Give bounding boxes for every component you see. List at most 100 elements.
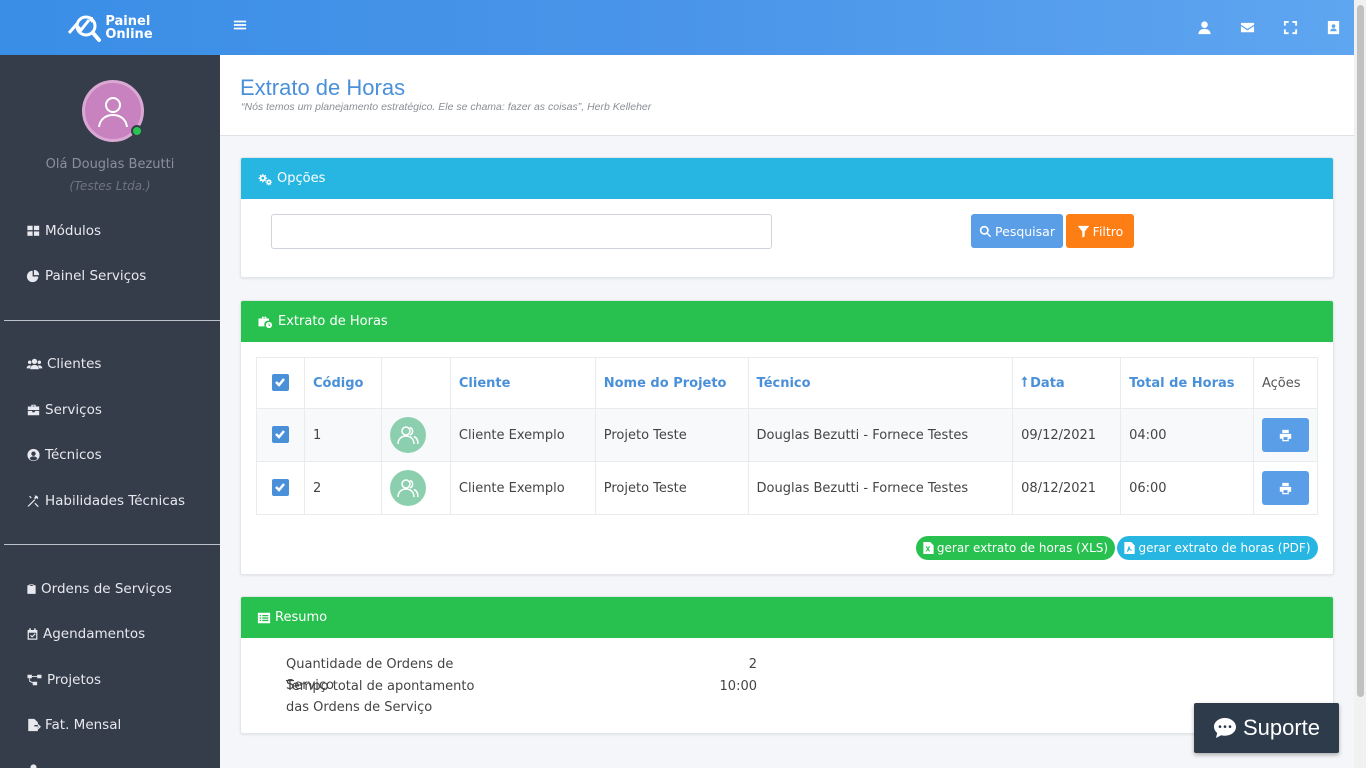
- cell-project: Projeto Teste: [594, 461, 749, 515]
- sidebar-item-label: Técnicos: [45, 447, 102, 463]
- filter-button[interactable]: Filtro: [1066, 214, 1134, 248]
- user-icon[interactable]: [1196, 19, 1213, 36]
- avatar[interactable]: [82, 80, 144, 142]
- cell-avatar: [380, 461, 451, 515]
- sidebar-item-label: Serviços: [45, 402, 102, 418]
- sidebar-item-modulos[interactable]: Módulos: [26, 220, 101, 242]
- page-title: Extrato de Horas: [240, 75, 406, 100]
- sidebar: Olá Douglas Bezutti (Testes Ltda.) Módul…: [0, 55, 220, 768]
- contact-book-icon[interactable]: [1325, 19, 1342, 36]
- sidebar-item-label: Habilidades Técnicas: [45, 493, 186, 509]
- sidebar-item-painel-servicos[interactable]: Painel Serviços: [26, 265, 146, 287]
- hamburger-menu-icon[interactable]: [233, 18, 249, 36]
- sidebar-item-clientes[interactable]: Clientes: [26, 353, 101, 375]
- cell-client: Cliente Exemplo: [449, 408, 596, 462]
- export-pdf-button[interactable]: gerar extrato de horas (PDF): [1117, 536, 1318, 560]
- scrollbar-thumb[interactable]: [1357, 5, 1364, 697]
- sidebar-item-fat-mensal[interactable]: Fat. Mensal: [26, 714, 121, 736]
- column-header-actions: Ações: [1253, 357, 1318, 409]
- online-status-dot: [131, 125, 143, 137]
- sidebar-item-label: Agendamentos: [43, 626, 146, 642]
- user-company: (Testes Ltda.): [69, 179, 151, 193]
- column-header-total[interactable]: Total de Horas: [1120, 357, 1254, 409]
- check-icon: [275, 378, 286, 388]
- column-header-code[interactable]: Código: [303, 357, 382, 409]
- summary-card-title: Resumo: [275, 610, 328, 625]
- table-row: 1 Cliente Exemplo Projeto Teste Douglas …: [256, 408, 1318, 462]
- summary-card-header: Resumo: [241, 597, 1333, 638]
- logo-line2: Online: [105, 26, 153, 42]
- print-button[interactable]: [1262, 471, 1309, 505]
- page-scrollbar[interactable]: [1354, 0, 1366, 768]
- chat-bubble-icon: [1213, 718, 1236, 738]
- sidebar-item-label: Painel Serviços: [45, 268, 147, 284]
- table-header-row: Código Cliente Nome do Projeto Técnico D…: [256, 357, 1318, 409]
- file-invoice-icon: [28, 718, 41, 732]
- logo-line1: Painel: [105, 13, 151, 29]
- sidebar-item-projetos[interactable]: Projetos: [26, 669, 101, 691]
- cell-technician: Douglas Bezutti - Fornece Testes: [747, 408, 1014, 462]
- export-pdf-label: gerar extrato de horas (PDF): [1138, 541, 1311, 555]
- cell-technician: Douglas Bezutti - Fornece Testes: [747, 461, 1014, 515]
- print-button[interactable]: [1262, 418, 1309, 452]
- cell-client: Cliente Exemplo: [449, 461, 596, 515]
- summary-value-total-time: 10:00: [719, 679, 757, 694]
- sidebar-item-label: Clientes: [47, 356, 102, 372]
- search-input[interactable]: [271, 214, 772, 249]
- summary-label-total-time: Tempo total de apontamento das Ordens de…: [286, 679, 475, 715]
- cogs-icon: [258, 173, 273, 185]
- print-icon: [1279, 429, 1292, 441]
- column-header-project[interactable]: Nome do Projeto: [594, 357, 749, 409]
- search-button-label: Pesquisar: [995, 223, 1055, 239]
- check-icon: [275, 430, 286, 440]
- briefcase-clock-icon: [258, 316, 273, 328]
- column-header-technician[interactable]: Técnico: [747, 357, 1014, 409]
- sidebar-item-habilidades-tecnicas[interactable]: Habilidades Técnicas: [26, 490, 185, 512]
- grid-icon: [27, 225, 40, 236]
- cell-total: 06:00: [1120, 461, 1254, 515]
- search-button[interactable]: Pesquisar: [971, 214, 1063, 248]
- filter-icon: [1077, 225, 1089, 238]
- file-pdf-icon: [1124, 542, 1136, 554]
- tools-icon: [27, 495, 39, 508]
- clipboard-icon: [27, 584, 36, 594]
- column-header-date-label: Data: [1030, 375, 1065, 391]
- users-icon: [26, 358, 43, 370]
- export-xls-label: gerar extrato de horas (XLS): [936, 541, 1109, 555]
- options-card-header: Opções: [241, 158, 1333, 199]
- row-checkbox[interactable]: [271, 425, 289, 443]
- export-xls-button[interactable]: gerar extrato de horas (XLS): [916, 536, 1115, 560]
- sidebar-item-partial[interactable]: [26, 759, 45, 768]
- user-icon: [30, 764, 37, 768]
- column-header-client[interactable]: Cliente: [449, 357, 596, 409]
- user-greeting: Olá Douglas Bezutti: [45, 157, 175, 172]
- list-alt-icon: [257, 612, 271, 623]
- sidebar-item-label: Ordens de Serviços: [41, 581, 172, 597]
- envelope-icon[interactable]: [1239, 19, 1256, 36]
- support-chat-button[interactable]: Suporte: [1194, 703, 1339, 753]
- column-header-date[interactable]: Data: [1012, 357, 1122, 409]
- row-select-cell: [256, 408, 305, 462]
- sidebar-item-agendamentos[interactable]: Agendamentos: [26, 623, 145, 645]
- select-all-checkbox[interactable]: [271, 373, 289, 391]
- logo[interactable]: Painel Online: [0, 0, 220, 55]
- options-card-title: Opções: [277, 171, 326, 186]
- statement-card-title: Extrato de Horas: [278, 314, 388, 329]
- cell-date: 09/12/2021: [1012, 408, 1122, 462]
- briefcase-icon: [27, 404, 40, 416]
- project-diagram-icon: [27, 674, 42, 686]
- column-header-avatar: [380, 357, 451, 409]
- sidebar-item-servicos[interactable]: Serviços: [26, 399, 102, 421]
- cell-avatar: [380, 408, 451, 462]
- row-checkbox[interactable]: [271, 478, 289, 496]
- cell-code: 1: [303, 408, 382, 462]
- statement-card: Extrato de Horas Código Cliente Nome do …: [240, 300, 1334, 575]
- table-row: 2 Cliente Exemplo Projeto Teste Douglas …: [256, 461, 1318, 515]
- sidebar-divider: [4, 320, 220, 321]
- client-avatar-icon: [389, 470, 426, 506]
- cell-date: 08/12/2021: [1012, 461, 1122, 515]
- fullscreen-icon[interactable]: [1282, 19, 1299, 36]
- sidebar-item-ordens-de-servicos[interactable]: Ordens de Serviços: [26, 578, 172, 600]
- sidebar-item-tecnicos[interactable]: Técnicos: [26, 444, 102, 466]
- top-navbar: Painel Online: [0, 0, 1366, 55]
